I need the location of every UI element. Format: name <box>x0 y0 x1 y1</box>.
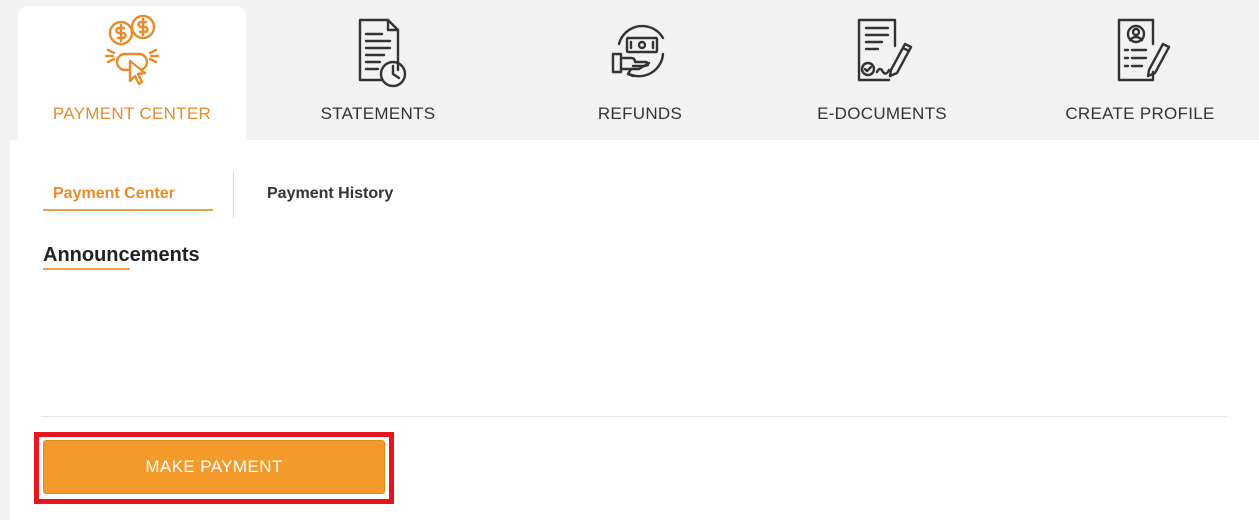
statement-clock-icon <box>343 14 413 90</box>
tab-label: CREATE PROFILE <box>1065 104 1215 123</box>
subtab-active-underline <box>43 209 213 211</box>
tab-statements[interactable]: STATEMENTS <box>278 6 478 140</box>
subtab-payment-center[interactable]: Payment Center <box>53 185 175 203</box>
payment-center-panel: Payment Center Payment History Announcem… <box>10 140 1259 520</box>
announcements-underline <box>43 268 130 270</box>
subtab-divider <box>233 172 234 218</box>
tab-refunds[interactable]: REFUNDS <box>540 6 740 140</box>
tab-create-profile[interactable]: CREATE PROFILE <box>1040 6 1240 140</box>
announcements-heading: Announcements <box>43 244 200 266</box>
tab-label: STATEMENTS <box>320 104 436 123</box>
profile-document-icon <box>1105 14 1175 90</box>
main-tab-bar: PAYMENT CENTER STATEMENTS REFUNDS E-DOCU… <box>0 0 1259 140</box>
signed-document-icon <box>847 14 917 90</box>
tab-label: E-DOCUMENTS <box>817 104 947 123</box>
refund-cash-icon <box>605 14 675 90</box>
tab-e-documents[interactable]: E-DOCUMENTS <box>772 6 992 140</box>
tab-label: PAYMENT CENTER <box>52 104 212 123</box>
tab-payment-center[interactable]: PAYMENT CENTER <box>18 6 246 140</box>
payment-click-icon <box>97 14 167 90</box>
app-frame: PAYMENT CENTER STATEMENTS REFUNDS E-DOCU… <box>0 0 1259 520</box>
make-payment-button[interactable]: MAKE PAYMENT <box>43 440 385 494</box>
tab-label: REFUNDS <box>597 104 683 123</box>
subtab-payment-history[interactable]: Payment History <box>267 185 393 203</box>
section-divider <box>41 416 1227 417</box>
